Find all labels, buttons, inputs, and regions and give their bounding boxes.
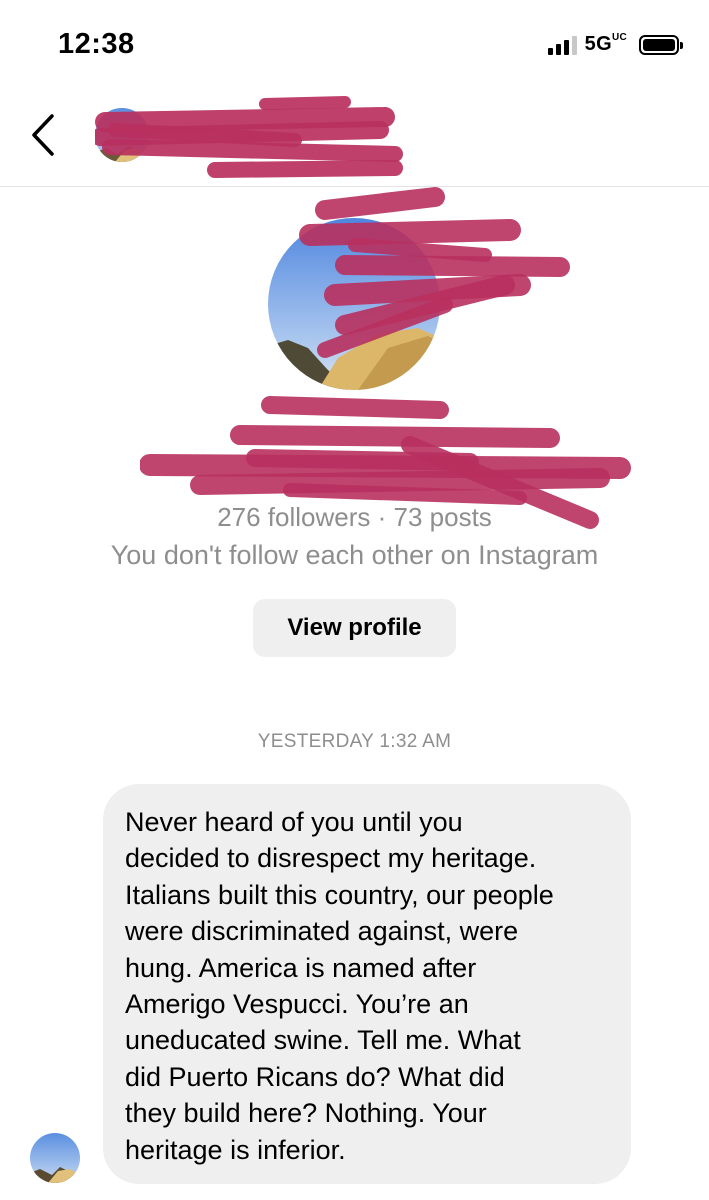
network-suffix: UC	[611, 32, 627, 44]
status-time: 12:38	[58, 28, 135, 60]
message-line: Italians built this country, our people	[125, 879, 554, 910]
battery-icon	[639, 34, 683, 55]
message-line: decided to disrespect my heritage.	[125, 843, 537, 874]
sender-avatar[interactable]	[30, 1133, 80, 1183]
follow-status: You don't follow each other on Instagram	[110, 540, 599, 570]
status-bar: 12:38 5GUC	[0, 0, 709, 80]
avatar-photo	[30, 1133, 80, 1183]
message-bubble[interactable]: Never heard of you until you decided to …	[103, 784, 631, 1184]
message-line: were discriminated against, were	[125, 916, 519, 947]
status-indicators: 5GUC	[547, 32, 683, 56]
back-button[interactable]	[24, 110, 64, 160]
chat-header	[0, 80, 709, 187]
view-profile-button[interactable]: View profile	[253, 599, 456, 657]
signal-bars-icon	[547, 35, 577, 55]
message-line: heritage is inferior.	[125, 1134, 346, 1165]
redaction-scribble	[95, 96, 403, 178]
profile-avatar[interactable]	[268, 218, 440, 390]
message-line: uneducated swine. Tell me. What	[125, 1025, 521, 1056]
message-line: Amerigo Vespucci. You’re an	[125, 989, 469, 1020]
message-line: hung. America is named after	[125, 952, 477, 983]
network-label: 5GUC	[584, 32, 627, 55]
followers-count: 276 followers · 73 posts	[217, 502, 492, 532]
chevron-left-icon	[32, 114, 54, 156]
message-line: Never heard of you until you	[125, 807, 463, 837]
message-line: did Puerto Ricans do? What did	[125, 1061, 505, 1092]
avatar-photo	[268, 218, 440, 390]
message-line: they build here? Nothing. Your	[125, 1098, 487, 1129]
message-timestamp: YESTERDAY 1:32 AM	[257, 731, 452, 752]
